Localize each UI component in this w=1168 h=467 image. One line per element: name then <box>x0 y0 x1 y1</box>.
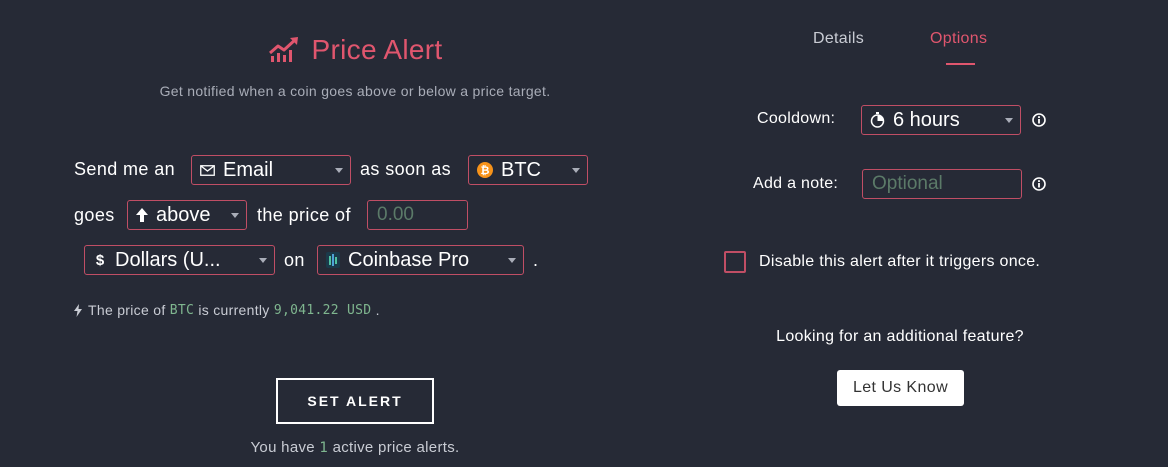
direction-value: above <box>156 203 211 226</box>
the-price-of-text: the price of <box>257 205 351 225</box>
tab-details[interactable]: Details <box>813 30 864 48</box>
set-alert-button[interactable]: SET ALERT <box>276 378 434 424</box>
notify-method-value: Email <box>223 158 274 181</box>
price-info-prefix: The price of <box>88 302 166 318</box>
sentence-period: . <box>533 250 539 270</box>
page-subtitle: Get notified when a coin goes above or b… <box>159 83 551 99</box>
price-info-coin: BTC <box>169 302 195 318</box>
cooldown-info-icon[interactable] <box>1032 113 1046 127</box>
target-price-input[interactable] <box>367 200 468 230</box>
cooldown-label: Cooldown: <box>757 110 836 127</box>
active-tab-indicator <box>946 63 975 65</box>
current-price-info: The price of BTC is currently 9,041.22 U… <box>74 302 380 318</box>
disable-after-trigger-label[interactable]: Disable this alert after it triggers onc… <box>759 253 1040 271</box>
send-me-an-text: Send me an <box>74 159 176 179</box>
cooldown-value: 6 hours <box>893 108 960 131</box>
chevron-down-icon <box>259 258 267 263</box>
coin-select[interactable]: ₿ BTC <box>468 155 588 185</box>
active-alerts-prefix: You have <box>250 439 315 456</box>
chevron-down-icon <box>572 168 580 173</box>
note-info-icon[interactable] <box>1032 177 1046 191</box>
chevron-down-icon <box>335 168 343 173</box>
header: Price Alert <box>0 34 710 69</box>
chevron-down-icon <box>1005 118 1013 123</box>
active-alerts-suffix: active price alerts. <box>332 439 460 456</box>
let-us-know-button[interactable]: Let Us Know <box>837 370 964 406</box>
active-alerts-count: 1 <box>319 440 329 456</box>
coinbase-pro-icon <box>326 252 340 268</box>
envelope-icon <box>200 164 215 176</box>
note-label: Add a note: <box>753 175 839 192</box>
price-info-middle: is currently <box>198 302 270 318</box>
exchange-select[interactable]: Coinbase Pro <box>317 245 524 275</box>
chevron-down-icon <box>231 213 239 218</box>
bitcoin-icon: ₿ <box>477 162 493 178</box>
price-info-suffix: . <box>375 302 380 318</box>
on-text: on <box>284 250 305 270</box>
exchange-value: Coinbase Pro <box>348 248 470 271</box>
currency-value: Dollars (U... <box>115 248 221 271</box>
goes-text: goes <box>74 205 115 225</box>
svg-text:₿: ₿ <box>481 164 490 177</box>
coin-value: BTC <box>501 158 541 181</box>
trending-up-chart-icon <box>268 36 300 64</box>
tab-options[interactable]: Options <box>930 30 987 48</box>
notify-method-select[interactable]: Email <box>191 155 351 185</box>
price-info-price: 9,041.22 USD <box>273 302 372 318</box>
disable-after-trigger-checkbox[interactable] <box>724 251 746 273</box>
direction-select[interactable]: above <box>127 200 247 230</box>
page-title: Price Alert <box>311 34 443 65</box>
note-input[interactable] <box>862 169 1022 199</box>
arrow-up-icon <box>136 208 148 222</box>
cooldown-select[interactable]: 6 hours <box>861 105 1021 135</box>
dollar-icon: $ <box>95 251 105 269</box>
active-alerts-info: You have 1 active price alerts. <box>0 439 710 456</box>
lightning-icon <box>74 303 82 317</box>
stopwatch-icon <box>870 112 885 128</box>
currency-select[interactable]: $ Dollars (U... <box>84 245 275 275</box>
feature-question: Looking for an additional feature? <box>776 328 1024 345</box>
as-soon-as-text: as soon as <box>360 159 452 179</box>
chevron-down-icon <box>508 258 516 263</box>
